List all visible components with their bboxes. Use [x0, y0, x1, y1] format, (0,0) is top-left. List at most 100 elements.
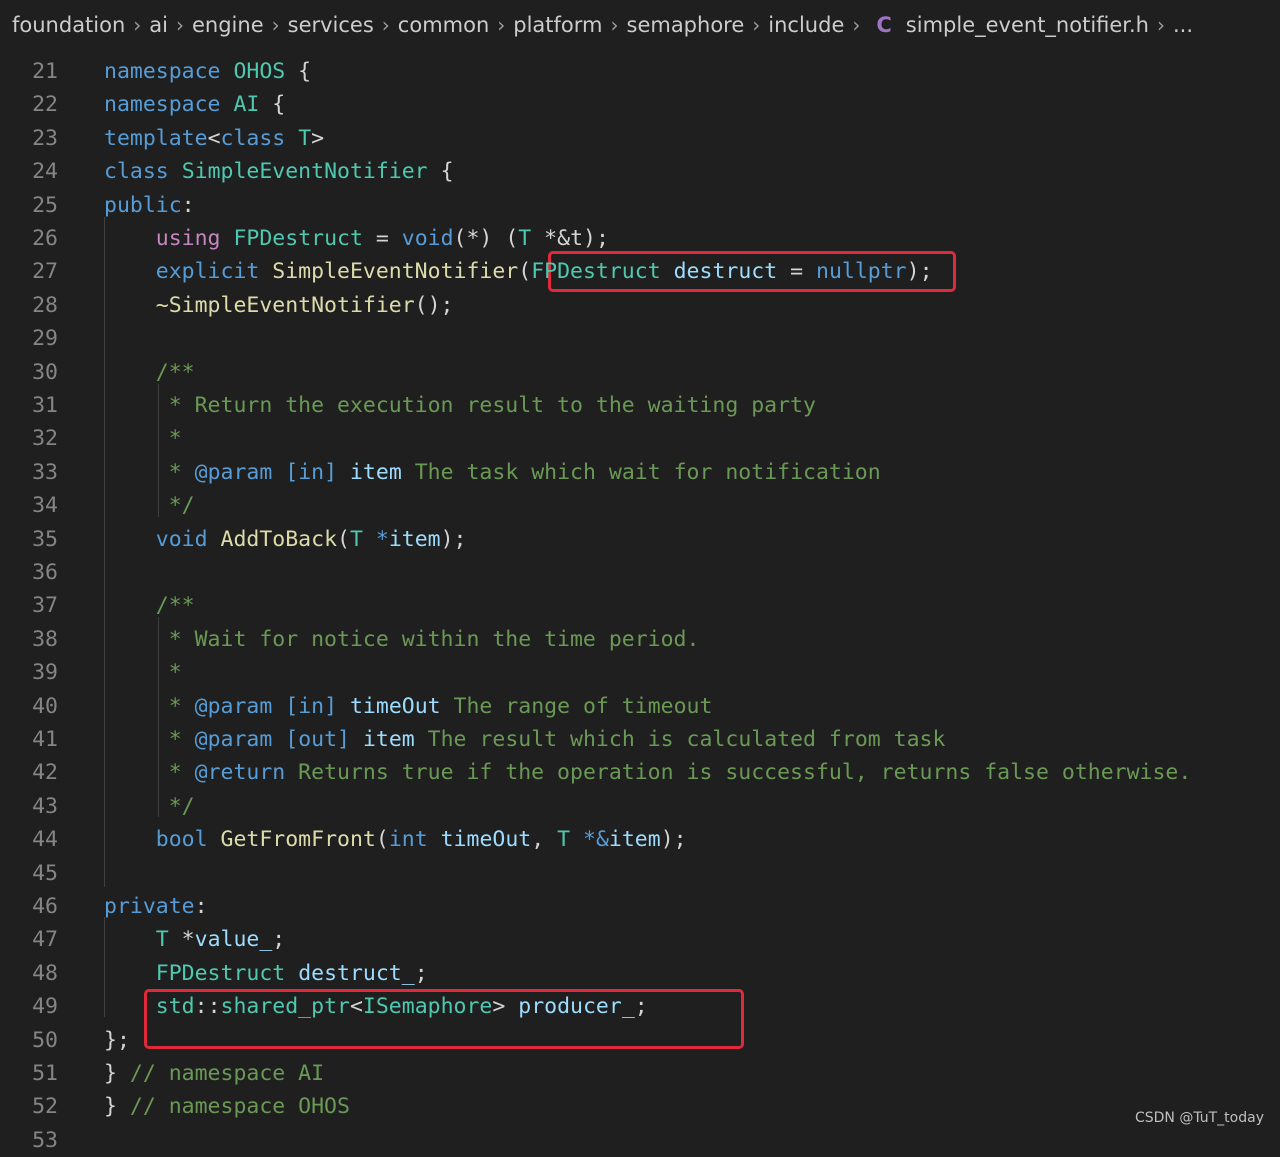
line-number: 23: [32, 125, 58, 151]
code-line[interactable]: 35 void AddToBack(T *item);: [0, 523, 1280, 556]
code-line[interactable]: 42 * @return Returns true if the operati…: [0, 756, 1280, 789]
chevron-right-icon: ›: [497, 13, 506, 37]
code-token: */: [155, 493, 195, 519]
code-line[interactable]: 41 * @param [out] item The result which …: [0, 723, 1280, 756]
breadcrumb-item[interactable]: services: [288, 13, 374, 37]
code-token: FPDestruct: [531, 259, 661, 285]
code-line[interactable]: 46 private:: [0, 890, 1280, 923]
code-line[interactable]: 45: [0, 857, 1280, 890]
code-token: class: [104, 159, 169, 185]
code-token: );: [906, 259, 933, 285]
code-line[interactable]: 47 T *value_;: [0, 923, 1280, 956]
code-token: T: [298, 125, 312, 151]
breadcrumb-item[interactable]: ai: [149, 13, 168, 37]
code-token: }: [104, 1094, 130, 1120]
code-token: (: [337, 526, 350, 552]
chevron-right-icon: ›: [381, 13, 390, 37]
breadcrumb-file-name[interactable]: simple_event_notifier.h: [906, 13, 1149, 37]
code-line[interactable]: 52} // namespace OHOS: [0, 1090, 1280, 1123]
breadcrumb-item[interactable]: engine: [192, 13, 264, 37]
code-line[interactable]: 33 * @param [in] item The task which wai…: [0, 456, 1280, 489]
code-token: <: [349, 994, 363, 1020]
code-line[interactable]: 48 FPDestruct destruct_;: [0, 957, 1280, 990]
code-token: FPDestruct: [155, 960, 286, 986]
chevron-right-icon: ›: [176, 13, 184, 37]
breadcrumb-item[interactable]: platform: [513, 13, 602, 37]
code-line[interactable]: 50};: [0, 1024, 1280, 1057]
code-token: void: [155, 526, 208, 552]
code-token: [out]: [285, 727, 350, 752]
code-text: using FPDestruct = void(*) (T *&t);: [104, 226, 609, 251]
code-line[interactable]: 24 class SimpleEventNotifier {: [0, 155, 1280, 188]
code-line[interactable]: 31 * Return the execution result to the …: [0, 389, 1280, 422]
code-line[interactable]: 22 namespace AI {: [0, 88, 1280, 121]
code-text: class SimpleEventNotifier {: [104, 159, 454, 184]
breadcrumb-item[interactable]: semaphore: [627, 13, 745, 37]
chevron-right-icon: ›: [1157, 13, 1165, 37]
code-token: *&t);: [531, 226, 609, 251]
line-number: 30: [32, 359, 58, 385]
breadcrumb-item[interactable]: foundation: [12, 13, 125, 37]
code-line[interactable]: 44 bool GetFromFront(int timeOut, T *&it…: [0, 823, 1280, 856]
code-line[interactable]: 49 std::shared_ptr<ISemaphore> producer_…: [0, 990, 1280, 1023]
code-line[interactable]: 26 using FPDestruct = void(*) (T *&t);: [0, 222, 1280, 255]
code-token: {: [259, 92, 286, 118]
code-line[interactable]: 21 namespace OHOS {: [0, 55, 1280, 88]
code-text: } // namespace OHOS: [104, 1094, 350, 1119]
code-token: *&: [583, 827, 609, 853]
line-number: 43: [32, 793, 58, 819]
code-line[interactable]: 51} // namespace AI: [0, 1057, 1280, 1090]
code-token: {: [285, 59, 312, 84]
line-number: 45: [32, 860, 58, 886]
breadcrumb-item[interactable]: include: [768, 13, 844, 37]
code-text: ~SimpleEventNotifier();: [104, 293, 454, 318]
code-line[interactable]: 53: [0, 1124, 1280, 1157]
code-line[interactable]: 28 ~SimpleEventNotifier();: [0, 289, 1280, 322]
code-text: * Wait for notice within the time period…: [104, 627, 700, 652]
code-token: *: [155, 426, 182, 452]
code-token: @return: [194, 760, 286, 786]
code-token: // namespace OHOS: [129, 1094, 350, 1120]
code-line[interactable]: 32 *: [0, 422, 1280, 455]
code-editor[interactable]: 21 namespace OHOS {22 namespace AI {23 temp…: [0, 55, 1280, 1153]
code-line[interactable]: 43 */: [0, 790, 1280, 823]
code-token: The result which is calculated from task: [414, 727, 946, 752]
line-number: 29: [32, 326, 58, 352]
code-line[interactable]: 34 */: [0, 489, 1280, 522]
code-token: [in]: [285, 459, 338, 485]
line-number: 37: [32, 593, 58, 619]
code-text: explicit SimpleEventNotifier(FPDestruct …: [104, 259, 933, 284]
code-line[interactable]: 37 /**: [0, 589, 1280, 622]
breadcrumb-item[interactable]: common: [398, 13, 489, 37]
line-number: 33: [32, 459, 58, 485]
code-token: T: [518, 226, 532, 251]
code-token: };: [104, 1027, 130, 1053]
code-line[interactable]: 29: [0, 322, 1280, 355]
code-token: explicit: [155, 259, 260, 285]
chevron-right-icon: ›: [610, 13, 619, 37]
code-token: producer_: [518, 994, 635, 1020]
code-line[interactable]: 40 * @param [in] timeOut The range of ti…: [0, 690, 1280, 723]
code-line[interactable]: 39 *: [0, 656, 1280, 689]
code-text: T *value_;: [104, 927, 285, 952]
code-line[interactable]: 36: [0, 556, 1280, 589]
code-line[interactable]: 30 /**: [0, 356, 1280, 389]
code-text: FPDestruct destruct_;: [104, 961, 428, 986]
code-token: ::: [194, 994, 221, 1020]
code-text: * Return the execution result to the wai…: [104, 393, 816, 418]
code-line[interactable]: 27 explicit SimpleEventNotifier(FPDestru…: [0, 255, 1280, 288]
breadcrumb-ellipsis[interactable]: ...: [1173, 13, 1193, 37]
code-token: int: [388, 827, 428, 853]
code-token: item: [362, 727, 415, 752]
code-line[interactable]: 23 template<class T>: [0, 122, 1280, 155]
code-token: [in]: [285, 693, 338, 719]
code-line[interactable]: 25 public:: [0, 189, 1280, 222]
code-line[interactable]: 38 * Wait for notice within the time per…: [0, 623, 1280, 656]
code-token: std: [155, 994, 195, 1020]
